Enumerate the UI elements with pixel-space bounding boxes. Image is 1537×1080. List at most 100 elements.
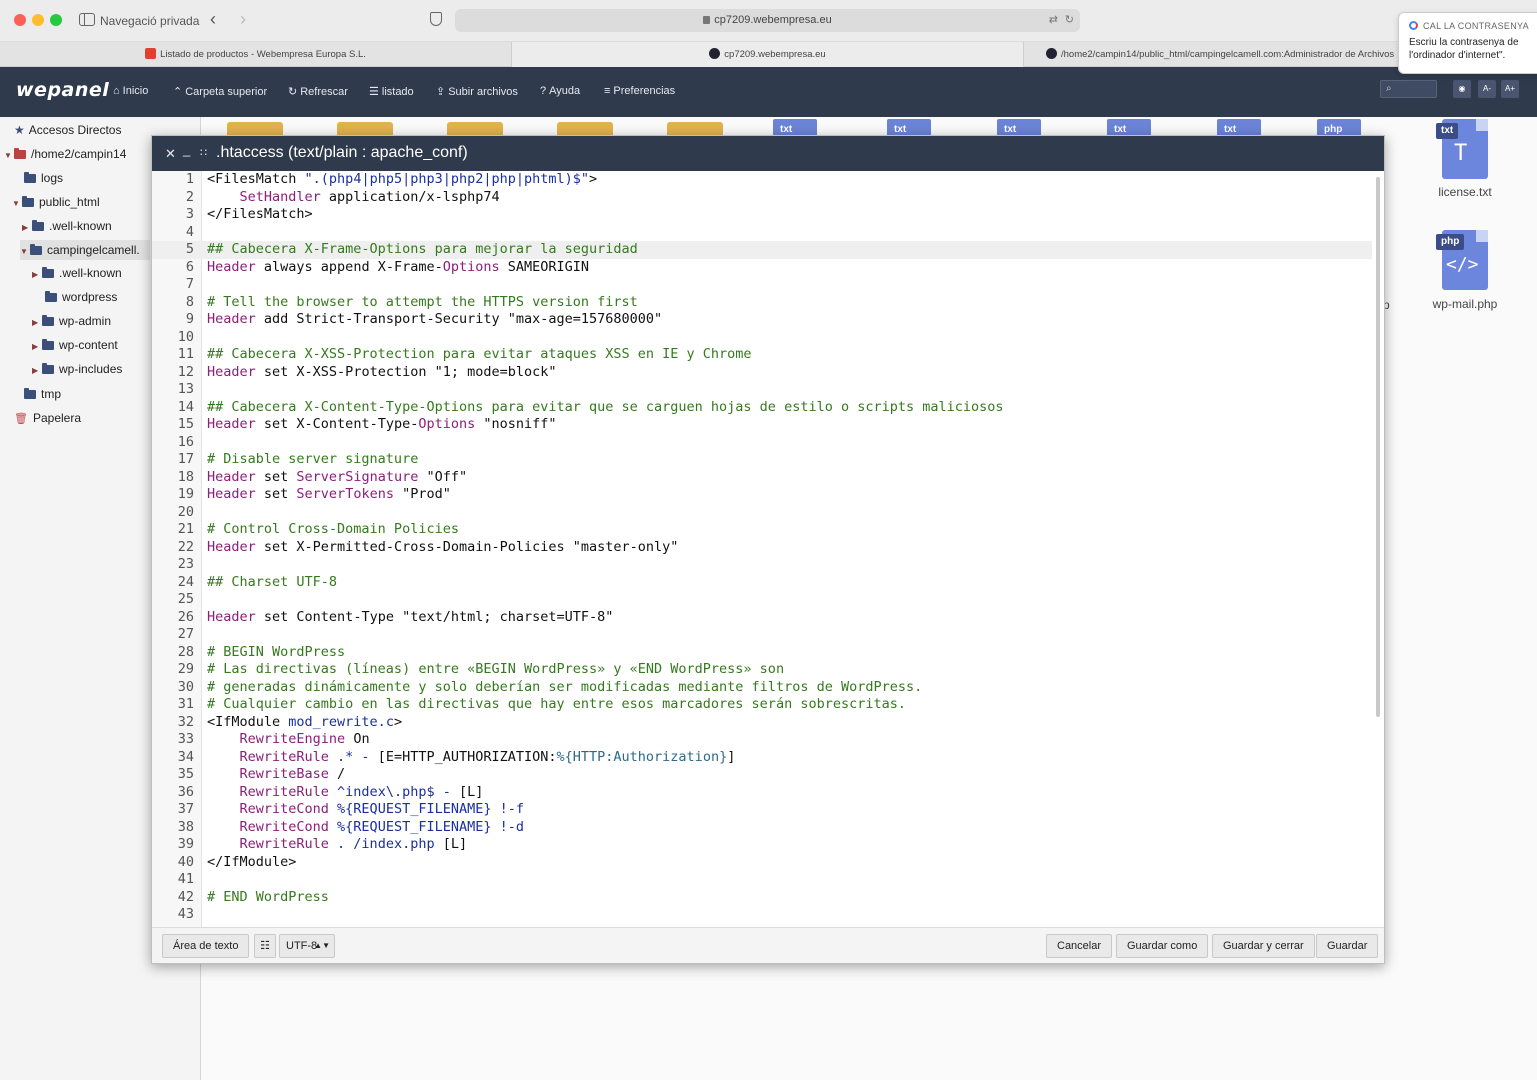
code-line[interactable]: 26 Header set Content-Type "text/html; ch… — [152, 609, 1372, 627]
code-line[interactable]: 22 Header set X-Permitted-Cross-Domain-Po… — [152, 539, 1372, 557]
save-and-close-button[interactable]: Guardar y cerrar — [1212, 934, 1315, 958]
caret-down-icon[interactable]: ▼ — [20, 242, 30, 262]
code-line[interactable]: 37 RewriteCond %{REQUEST_FILENAME} !-f — [152, 801, 1372, 819]
minimize-window-button[interactable] — [32, 14, 44, 26]
code-line[interactable]: 30 # generadas dinámicamente y solo deber… — [152, 679, 1372, 697]
code-line[interactable]: 17 # Disable server signature — [152, 451, 1372, 469]
upload-files-button[interactable]: ⇪ Subir archivos — [436, 85, 518, 98]
password-popup[interactable]: CAL LA CONTRASENYA Escriu la contrasenya… — [1398, 12, 1537, 74]
caret-right-icon[interactable]: ▶ — [22, 218, 32, 238]
tree-item-trash[interactable]: 🗑 Papelera — [14, 408, 81, 428]
tree-item-tmp[interactable]: tmp — [24, 384, 61, 404]
save-as-button[interactable]: Guardar como — [1116, 934, 1209, 958]
tree-item-shortcuts[interactable]: ★ Accesos Directos — [14, 120, 121, 140]
code-line[interactable]: 4 — [152, 224, 1372, 242]
code-line[interactable]: 3 </FilesMatch> — [152, 206, 1372, 224]
scrollbar[interactable] — [1376, 177, 1380, 717]
code-line[interactable]: 32 <IfModule mod_rewrite.c> — [152, 714, 1372, 732]
code-line[interactable]: 43 — [152, 906, 1372, 924]
file-name-license[interactable]: license.txt — [1415, 185, 1515, 199]
code-line[interactable]: 14 ## Cabecera X-Content-Type-Options par… — [152, 399, 1372, 417]
tree-item-public-html[interactable]: ▼ public_html — [12, 192, 100, 212]
code-line[interactable]: 27 — [152, 626, 1372, 644]
code-line[interactable]: 2 SetHandler application/x-lsphp74 — [152, 189, 1372, 207]
php-file-icon[interactable]: </> php — [1436, 230, 1490, 300]
list-view-button[interactable]: ☰ listado — [369, 85, 414, 98]
code-line[interactable]: 9 Header add Strict-Transport-Security "m… — [152, 311, 1372, 329]
encoding-select[interactable]: UTF-8 ▲▼ — [279, 934, 335, 958]
code-line[interactable]: 19 Header set ServerTokens "Prod" — [152, 486, 1372, 504]
sidebar-toggle-icon[interactable] — [79, 13, 95, 26]
caret-down-icon[interactable]: ▼ — [4, 146, 14, 166]
code-line[interactable]: 28 # BEGIN WordPress — [152, 644, 1372, 662]
code-line[interactable]: 10 — [152, 329, 1372, 347]
code-line[interactable]: 13 — [152, 381, 1372, 399]
code-line[interactable]: 11 ## Cabecera X-XSS-Protection para evit… — [152, 346, 1372, 364]
eye-icon[interactable]: ◉ — [1453, 80, 1471, 98]
code-line[interactable]: 25 — [152, 591, 1372, 609]
tab-cpanel[interactable]: cp7209.webempresa.eu — [512, 42, 1024, 67]
caret-right-icon[interactable]: ▶ — [32, 265, 42, 285]
code-line[interactable]: 6 Header always append X-Frame-Options SA… — [152, 259, 1372, 277]
code-line[interactable]: 31 # Cualquier cambio en las directivas q… — [152, 696, 1372, 714]
tree-item-wp-includes[interactable]: ▶ wp-includes — [32, 359, 122, 379]
reload-icon[interactable]: ↻ — [1065, 9, 1074, 32]
wepanel-logo[interactable]: wepanel — [16, 79, 109, 101]
refresh-button[interactable]: ↻ Refrescar — [288, 85, 348, 98]
preferences-button[interactable]: ≡ Preferencias — [604, 85, 675, 97]
code-line[interactable]: 39 RewriteRule . /index.php [L] — [152, 836, 1372, 854]
settings-icon[interactable]: ☷ — [254, 934, 276, 958]
tree-item-wp-content[interactable]: ▶ wp-content — [32, 335, 118, 355]
close-icon[interactable]: ✕ — [165, 146, 176, 162]
code-line[interactable]: 18 Header set ServerSignature "Off" — [152, 469, 1372, 487]
file-name-wp-mail[interactable]: wp-mail.php — [1415, 297, 1515, 311]
code-line[interactable]: 21 # Control Cross-Domain Policies — [152, 521, 1372, 539]
code-line[interactable]: 12 Header set X-XSS-Protection "1; mode=b… — [152, 364, 1372, 382]
caret-down-icon[interactable]: ▼ — [12, 194, 22, 214]
code-line[interactable]: 42 # END WordPress — [152, 889, 1372, 907]
code-line[interactable]: 16 — [152, 434, 1372, 452]
code-line[interactable]: 20 — [152, 504, 1372, 522]
forward-arrow-icon[interactable]: › — [240, 9, 246, 30]
translate-icon[interactable]: ⇄ — [1049, 9, 1058, 32]
code-line[interactable]: 34 RewriteRule .* - [E=HTTP_AUTHORIZATIO… — [152, 749, 1372, 767]
code-line[interactable]: 33 RewriteEngine On — [152, 731, 1372, 749]
code-line[interactable]: 41 — [152, 871, 1372, 889]
code-line[interactable]: 7 — [152, 276, 1372, 294]
code-line[interactable]: 38 RewriteCond %{REQUEST_FILENAME} !-d — [152, 819, 1372, 837]
text-file-icon[interactable]: T txt — [1436, 119, 1490, 189]
dialog-titlebar[interactable]: ✕ _ ∷ .htaccess (text/plain : apache_con… — [152, 136, 1384, 171]
textarea-mode-button[interactable]: Área de texto — [162, 934, 250, 958]
save-button[interactable]: Guardar — [1316, 934, 1379, 958]
drag-handle-icon[interactable]: ∷ — [200, 146, 207, 159]
tree-item-wordpress[interactable]: wordpress — [45, 287, 117, 307]
parent-folder-button[interactable]: ⌃ Carpeta superior — [173, 85, 267, 98]
tree-item-logs[interactable]: logs — [24, 168, 63, 188]
code-line[interactable]: 36 RewriteRule ^index\.php$ - [L] — [152, 784, 1372, 802]
address-bar[interactable]: cp7209.webempresa.eu ⇄ ↻ — [455, 9, 1080, 32]
code-line[interactable]: 40 </IfModule> — [152, 854, 1372, 872]
close-window-button[interactable] — [14, 14, 26, 26]
zoom-window-button[interactable] — [50, 14, 62, 26]
font-increase-button[interactable]: A+ — [1501, 80, 1519, 98]
font-decrease-button[interactable]: A- — [1478, 80, 1496, 98]
back-arrow-icon[interactable]: ‹ — [210, 9, 216, 30]
minimize-icon[interactable]: _ — [183, 142, 190, 157]
tab-products[interactable]: Listado de productos - Webempresa Europa… — [0, 42, 512, 67]
help-button[interactable]: ? Ayuda — [540, 85, 580, 97]
caret-right-icon[interactable]: ▶ — [32, 337, 42, 357]
caret-right-icon[interactable]: ▶ — [32, 361, 42, 381]
code-line[interactable]: 5 ## Cabecera X-Frame-Options para mejora… — [152, 241, 1372, 259]
code-line[interactable]: 8 # Tell the browser to attempt the HTTPS… — [152, 294, 1372, 312]
home-button[interactable]: ⌂ Inicio — [113, 85, 148, 97]
shield-icon[interactable] — [430, 12, 442, 26]
tree-item-wp-admin[interactable]: ▶ wp-admin — [32, 311, 111, 331]
code-line[interactable]: 23 — [152, 556, 1372, 574]
search-input[interactable]: ⌕ — [1380, 80, 1437, 98]
tree-item-root[interactable]: ▼ /home2/campin14 — [4, 144, 126, 164]
code-line[interactable]: 35 RewriteBase / — [152, 766, 1372, 784]
code-line[interactable]: 29 # Las directivas (líneas) entre «BEGIN… — [152, 661, 1372, 679]
tree-item-campingelcamell[interactable]: ▼ campingelcamell. — [20, 240, 150, 260]
code-line[interactable]: 1 <FilesMatch ".(php4|php5|php3|php2|php|… — [152, 171, 1372, 189]
tree-item-well-known[interactable]: ▶ .well-known — [22, 216, 112, 236]
